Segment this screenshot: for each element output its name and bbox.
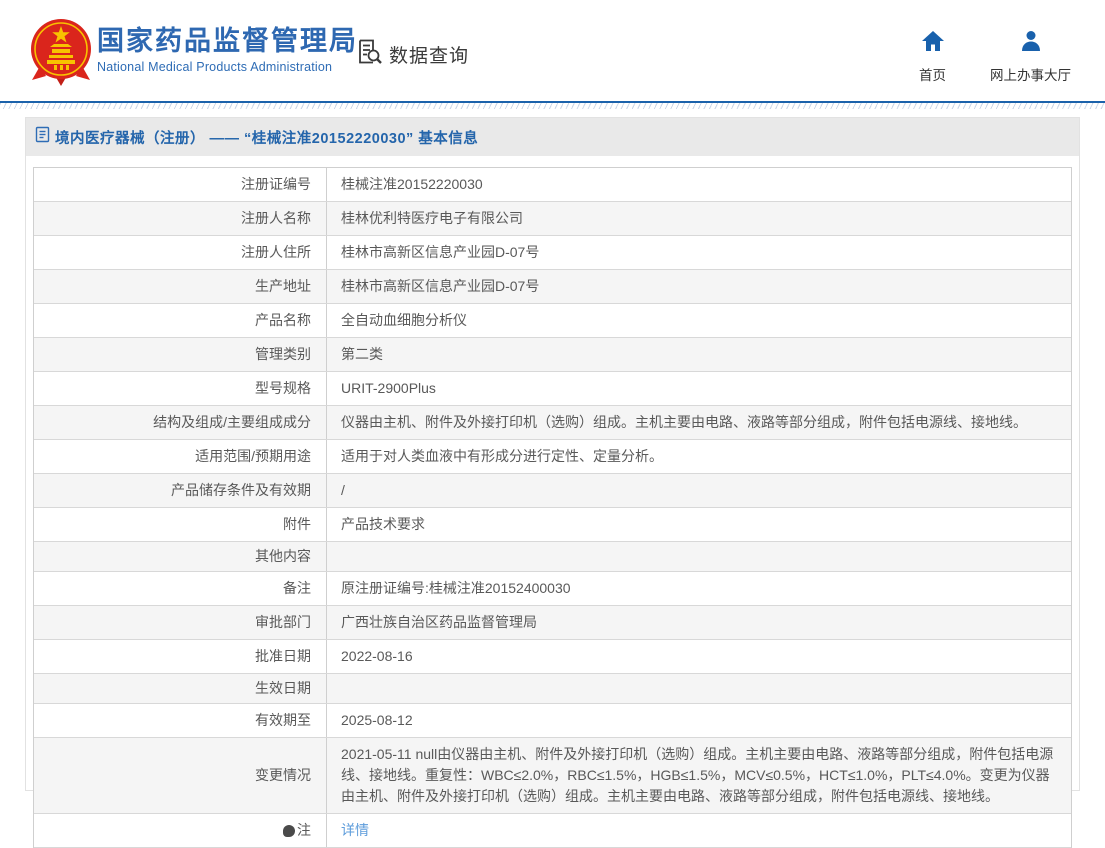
table-row: 型号规格 URIT-2900Plus bbox=[34, 372, 1071, 406]
nav-home[interactable]: 首页 bbox=[919, 30, 946, 84]
page-title-bar: 境内医疗器械（注册） —— “桂械注准20152220030” 基本信息 bbox=[26, 118, 1079, 156]
row-label: 有效期至 bbox=[34, 704, 327, 737]
row-label: 变更情况 bbox=[34, 738, 327, 813]
row-label: 注册人住所 bbox=[34, 236, 327, 269]
row-label: 生效日期 bbox=[34, 674, 327, 703]
home-icon bbox=[921, 30, 945, 57]
table-row: 注册人住所 桂林市高新区信息产业园D-07号 bbox=[34, 236, 1071, 270]
row-value: 全自动血细胞分析仪 bbox=[327, 304, 1071, 337]
page-title: 境内医疗器械（注册） —— “桂械注准20152220030” 基本信息 bbox=[55, 127, 478, 148]
row-value bbox=[327, 674, 1071, 703]
row-value: 2022-08-16 bbox=[327, 640, 1071, 673]
row-label: 其他内容 bbox=[34, 542, 327, 571]
row-value: 桂林优利特医疗电子有限公司 bbox=[327, 202, 1071, 235]
nav-service-hall-label: 网上办事大厅 bbox=[990, 64, 1071, 84]
row-value: 第二类 bbox=[327, 338, 1071, 371]
table-row: 生效日期 bbox=[34, 674, 1071, 704]
row-value: 产品技术要求 bbox=[327, 508, 1071, 541]
site-header: 国家药品监督管理局 National Medical Products Admi… bbox=[0, 0, 1105, 101]
table-row: 适用范围/预期用途 适用于对人类血液中有形成分进行定性、定量分析。 bbox=[34, 440, 1071, 474]
row-label: 型号规格 bbox=[34, 372, 327, 405]
table-row: 产品储存条件及有效期 / bbox=[34, 474, 1071, 508]
row-label: 注册证编号 bbox=[34, 168, 327, 201]
detail-link[interactable]: 详情 bbox=[341, 820, 369, 841]
table-row: 审批部门 广西壮族自治区药品监督管理局 bbox=[34, 606, 1071, 640]
agency-name-en: National Medical Products Administration bbox=[97, 60, 358, 74]
note-icon bbox=[283, 825, 295, 837]
table-row: 生产地址 桂林市高新区信息产业园D-07号 bbox=[34, 270, 1071, 304]
registration-detail-table: 注册证编号 桂械注准20152220030 注册人名称 桂林优利特医疗电子有限公… bbox=[33, 167, 1072, 848]
content-panel: 境内医疗器械（注册） —— “桂械注准20152220030” 基本信息 注册证… bbox=[25, 117, 1080, 791]
agency-name-cn: 国家药品监督管理局 bbox=[97, 26, 358, 57]
row-label: 审批部门 bbox=[34, 606, 327, 639]
row-label: 生产地址 bbox=[34, 270, 327, 303]
row-label: 产品名称 bbox=[34, 304, 327, 337]
table-row: 附件 产品技术要求 bbox=[34, 508, 1071, 542]
header-nav: 首页 网上办事大厅 bbox=[919, 30, 1071, 84]
row-value: 2021-05-11 null由仪器由主机、附件及外接打印机（选购）组成。主机主… bbox=[327, 738, 1071, 813]
row-value: 2025-08-12 bbox=[327, 704, 1071, 737]
row-label: 适用范围/预期用途 bbox=[34, 440, 327, 473]
nav-home-label: 首页 bbox=[919, 64, 946, 84]
user-icon bbox=[1019, 30, 1043, 57]
row-value-note: 详情 bbox=[327, 814, 1071, 847]
row-value bbox=[327, 542, 1071, 571]
table-row: 批准日期 2022-08-16 bbox=[34, 640, 1071, 674]
row-value: 仪器由主机、附件及外接打印机（选购）组成。主机主要由电路、液路等部分组成，附件包… bbox=[327, 406, 1071, 439]
data-query-label: 数据查询 bbox=[389, 41, 469, 68]
row-value: URIT-2900Plus bbox=[327, 372, 1071, 405]
nmpa-emblem-logo bbox=[30, 18, 92, 86]
data-query-section: 数据查询 bbox=[356, 38, 469, 70]
row-value: 原注册证编号:桂械注准20152400030 bbox=[327, 572, 1071, 605]
document-icon bbox=[35, 126, 50, 148]
table-row: 注册证编号 桂械注准20152220030 bbox=[34, 168, 1071, 202]
nav-service-hall[interactable]: 网上办事大厅 bbox=[990, 30, 1071, 84]
row-label-note: 注 bbox=[34, 814, 327, 847]
row-label: 管理类别 bbox=[34, 338, 327, 371]
row-value: 适用于对人类血液中有形成分进行定性、定量分析。 bbox=[327, 440, 1071, 473]
detail-table-wrap: 注册证编号 桂械注准20152220030 注册人名称 桂林优利特医疗电子有限公… bbox=[26, 156, 1079, 848]
row-label: 产品储存条件及有效期 bbox=[34, 474, 327, 507]
row-value: 广西壮族自治区药品监督管理局 bbox=[327, 606, 1071, 639]
document-search-icon bbox=[356, 38, 383, 70]
note-label: 注 bbox=[297, 822, 311, 839]
table-row: 备注 原注册证编号:桂械注准20152400030 bbox=[34, 572, 1071, 606]
row-label: 注册人名称 bbox=[34, 202, 327, 235]
row-label: 批准日期 bbox=[34, 640, 327, 673]
table-row: 产品名称 全自动血细胞分析仪 bbox=[34, 304, 1071, 338]
table-row: 有效期至 2025-08-12 bbox=[34, 704, 1071, 738]
table-row: 其他内容 bbox=[34, 542, 1071, 572]
row-label: 附件 bbox=[34, 508, 327, 541]
row-value: 桂械注准20152220030 bbox=[327, 168, 1071, 201]
table-row: 变更情况 2021-05-11 null由仪器由主机、附件及外接打印机（选购）组… bbox=[34, 738, 1071, 814]
row-value: 桂林市高新区信息产业园D-07号 bbox=[327, 270, 1071, 303]
row-value: 桂林市高新区信息产业园D-07号 bbox=[327, 236, 1071, 269]
row-label: 结构及组成/主要组成成分 bbox=[34, 406, 327, 439]
agency-brand: 国家药品监督管理局 National Medical Products Admi… bbox=[97, 26, 358, 74]
table-row: 结构及组成/主要组成成分 仪器由主机、附件及外接打印机（选购）组成。主机主要由电… bbox=[34, 406, 1071, 440]
row-value: / bbox=[327, 474, 1071, 507]
row-label: 备注 bbox=[34, 572, 327, 605]
table-row: 注册人名称 桂林优利特医疗电子有限公司 bbox=[34, 202, 1071, 236]
header-hatch-strip bbox=[0, 103, 1105, 109]
table-row-note: 注 详情 bbox=[34, 814, 1071, 848]
table-row: 管理类别 第二类 bbox=[34, 338, 1071, 372]
